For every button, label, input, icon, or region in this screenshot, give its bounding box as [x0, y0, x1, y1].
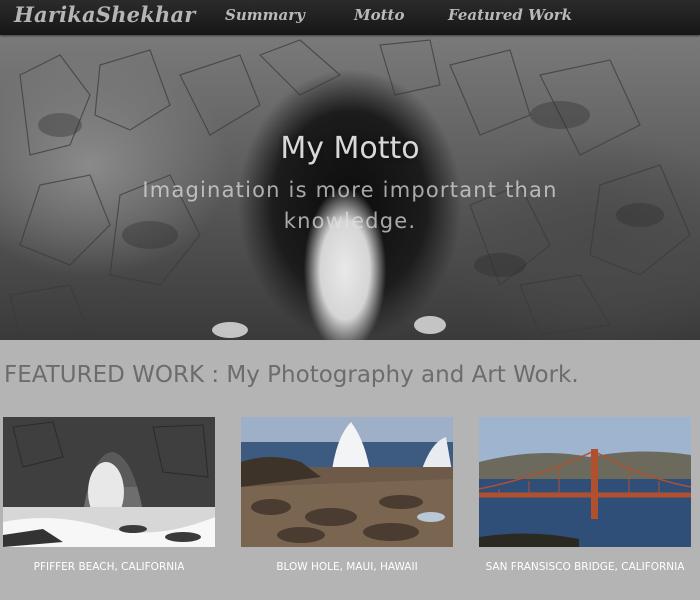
caption-golden-gate: SAN FRANSISCO BRIDGE, CALIFORNIA	[485, 561, 685, 573]
hero-banner: My Motto Imagination is more important t…	[0, 35, 700, 340]
nav-featured-work[interactable]: Featured Work	[448, 6, 572, 24]
photo-blow-hole[interactable]	[241, 417, 453, 547]
hero-title: My Motto	[280, 131, 420, 166]
photo-golden-gate[interactable]	[479, 417, 691, 547]
featured-card-pfiffer-beach[interactable]: PFIFFER BEACH, CALIFORNIA	[3, 417, 215, 573]
nav-motto[interactable]: Motto	[354, 6, 404, 24]
caption-pfiffer-beach: PFIFFER BEACH, CALIFORNIA	[33, 561, 185, 573]
featured-card-blow-hole[interactable]: BLOW HOLE, MAUI, HAWAII	[241, 417, 453, 573]
caption-blow-hole: BLOW HOLE, MAUI, HAWAII	[276, 561, 418, 573]
top-navbar: HarikaShekhar Summary Motto Featured Wor…	[0, 0, 700, 35]
nav-summary[interactable]: Summary	[225, 6, 305, 24]
featured-work-heading: FEATURED WORK : My Photography and Art W…	[4, 362, 579, 388]
brand-logo[interactable]: HarikaShekhar	[14, 2, 196, 27]
featured-card-golden-gate[interactable]: SAN FRANSISCO BRIDGE, CALIFORNIA	[479, 417, 691, 573]
hero-quote: Imagination is more important than knowl…	[142, 178, 558, 233]
photo-pfiffer-beach[interactable]	[3, 417, 215, 547]
